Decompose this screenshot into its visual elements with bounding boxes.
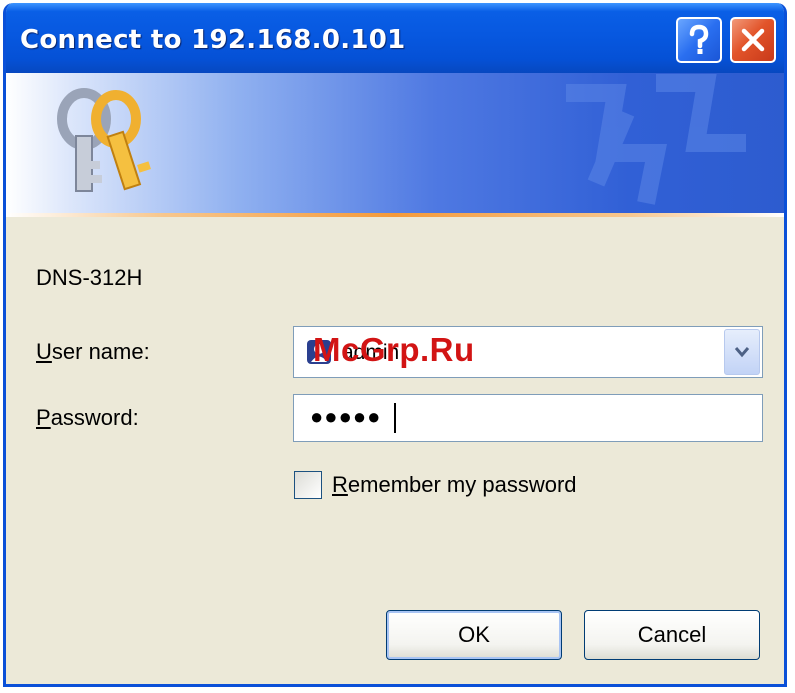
remember-password-text: emember my password (347, 472, 577, 497)
user-name-combobox[interactable]: admin (293, 326, 763, 378)
chevron-down-icon (734, 347, 750, 358)
user-name-label-accesskey: U (36, 339, 52, 364)
connect-dialog: Connect to 192.168.0.101 DNS-312H User n… (3, 3, 787, 687)
password-label: Password: (36, 405, 139, 431)
text-caret (394, 403, 396, 433)
keys-icon (57, 88, 151, 192)
user-account-icon (307, 340, 331, 364)
ok-button[interactable]: OK (386, 610, 562, 660)
help-button[interactable] (676, 17, 722, 63)
device-name: DNS-312H (36, 265, 143, 290)
user-name-dropdown-button[interactable] (724, 329, 760, 375)
dialog-banner (6, 73, 784, 213)
password-label-accesskey: P (36, 405, 51, 430)
banner-divider (6, 213, 784, 217)
user-name-value: admin (342, 341, 400, 364)
cancel-button[interactable]: Cancel (584, 610, 760, 660)
question-mark-icon (689, 24, 709, 54)
window-title: Connect to 192.168.0.101 (20, 25, 406, 55)
remember-password-label[interactable]: Remember my password (332, 472, 577, 498)
user-name-label: User name: (36, 339, 150, 365)
password-label-text: assword: (50, 405, 139, 430)
close-x-icon (741, 28, 765, 52)
close-button[interactable] (730, 17, 776, 63)
remember-password-checkbox[interactable] (294, 471, 322, 499)
password-value: ●●●●● (310, 404, 382, 429)
user-name-label-text: ser name: (51, 339, 150, 364)
title-bar[interactable]: Connect to 192.168.0.101 (6, 3, 784, 73)
remember-password-option[interactable]: Remember my password (294, 471, 577, 499)
remember-password-accesskey: R (332, 472, 348, 497)
password-field[interactable]: ●●●●● (293, 394, 763, 442)
